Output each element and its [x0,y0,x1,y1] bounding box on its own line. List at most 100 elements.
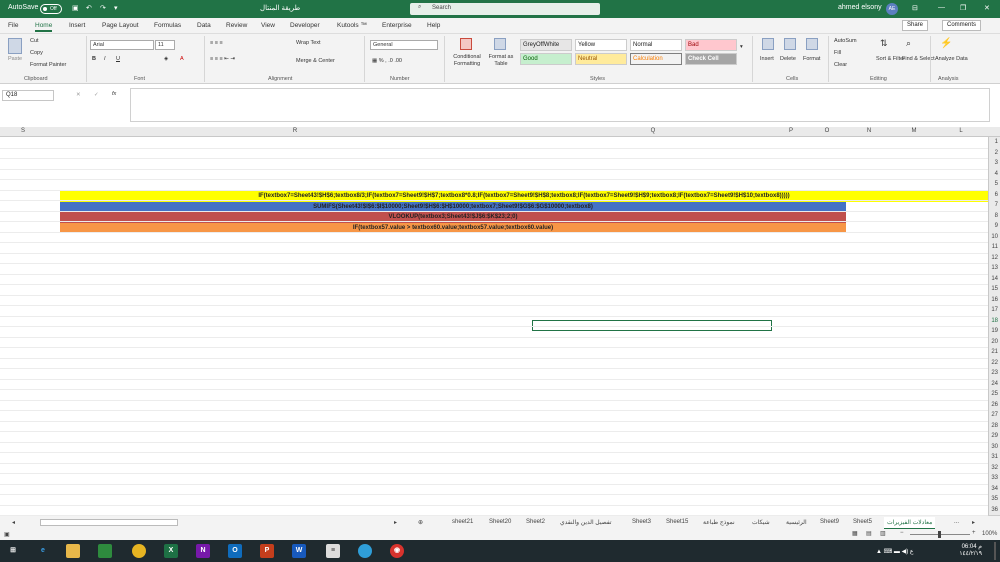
styles-more-icon[interactable]: ▾ [740,44,743,50]
row-header[interactable]: 1 [995,137,998,148]
row-header[interactable]: 17 [991,305,998,316]
style-neutral[interactable]: Neutral [575,53,627,65]
tab-review[interactable]: Review [226,22,247,29]
row-header[interactable]: 13 [991,263,998,274]
row-header[interactable]: 15 [991,284,998,295]
horizontal-scrollbar[interactable] [40,519,178,526]
autosum-button[interactable]: AutoSum [834,38,857,44]
row-header[interactable]: 33 [991,473,998,484]
row-header[interactable]: 11 [992,242,998,253]
font-name-select[interactable]: Arial [90,40,154,50]
ribbon-display-icon[interactable]: ⊟ [912,4,918,12]
store-icon[interactable] [98,544,112,558]
row-header[interactable]: 5 [995,179,998,190]
analyze-data-button[interactable]: Analyze Data [935,56,968,62]
copy-button[interactable]: Copy [30,50,43,56]
tab-enterprise[interactable]: Enterprise [382,22,412,29]
column-header[interactable]: N [864,128,874,134]
close-icon[interactable]: ✕ [984,4,990,12]
row-header[interactable]: 29 [991,431,998,442]
column-header[interactable]: P [786,128,796,134]
row-header[interactable]: 12 [991,253,998,264]
edge-icon[interactable] [358,544,372,558]
column-header[interactable]: R [290,128,300,134]
file-explorer-icon[interactable] [66,544,80,558]
word-icon[interactable]: W [292,544,306,558]
enter-icon[interactable]: ✓ [94,92,99,98]
clear-button[interactable]: Clear [834,62,847,68]
tab-help[interactable]: Help [427,22,440,29]
row-header[interactable]: 14 [991,274,998,285]
zoom-level[interactable]: 100% [982,531,997,537]
name-box[interactable]: Q18 [2,90,54,101]
format-cells-icon[interactable] [806,38,818,50]
row-header[interactable]: 7 [995,200,998,211]
fill-color-icon[interactable]: ◈ [164,56,168,62]
zoom-in-icon[interactable]: + [972,530,976,536]
format-as-table-icon[interactable] [494,38,506,50]
bold-button[interactable]: B [92,56,96,62]
column-header[interactable]: M [909,128,919,134]
wrap-text-button[interactable]: Wrap Text [296,40,321,46]
number-format-icons[interactable]: ▦ % , .0 .00 [372,58,402,64]
zoom-out-icon[interactable]: − [900,530,904,536]
delete-cells-icon[interactable] [784,38,796,50]
row-header[interactable]: 26 [991,400,998,411]
column-header[interactable]: Q [648,128,658,134]
tab-insert[interactable]: Insert [69,22,85,29]
style-normal[interactable]: Normal [630,39,682,51]
tab-developer[interactable]: Developer [290,22,320,29]
find-select-icon[interactable]: ⌕ [906,38,911,49]
media-icon[interactable]: ◉ [390,544,404,558]
tab-home[interactable]: Home [35,22,53,32]
row-header[interactable]: 9 [995,221,998,232]
redo-icon[interactable]: ↷ [100,4,106,12]
format-as-table-button[interactable]: Format as Table [486,54,516,68]
row-header[interactable]: 3 [995,158,998,169]
scroll-tabs-icon[interactable]: ▸ [972,519,975,526]
sort-filter-icon[interactable]: ⇅ [880,38,888,49]
view-normal-icon[interactable]: ▦ [852,530,858,537]
minimize-icon[interactable]: — [938,4,945,11]
style-yellow[interactable]: Yellow [575,39,627,51]
format-cells-button[interactable]: Format [803,56,820,62]
start-icon[interactable]: ⊞ [6,544,20,558]
formula-input[interactable] [130,88,990,122]
row-header[interactable]: 23 [991,368,998,379]
scroll-left-icon[interactable]: ◂ [12,519,15,526]
sheet-tab[interactable]: Sheet15 [666,519,688,525]
tab-view[interactable]: View [261,22,275,29]
insert-cells-icon[interactable] [762,38,774,50]
clock[interactable]: 06:04 م ١٤٤/٢/١٩ [959,544,982,558]
qat-more-icon[interactable]: ▾ [114,4,118,12]
row-header[interactable]: 8 [995,211,998,222]
sheet-tab[interactable]: Sheet5 [853,519,872,525]
avatar[interactable]: AE [886,3,898,15]
row-header[interactable]: 30 [991,442,998,453]
row-header[interactable]: 34 [991,484,998,495]
insert-cells-button[interactable]: Insert [760,56,774,62]
delete-cells-button[interactable]: Delete [780,56,796,62]
underline-button[interactable]: U [116,56,120,62]
conditional-formatting-icon[interactable] [460,38,472,50]
row-header[interactable]: 21 [991,347,998,358]
row-header[interactable]: 10 [991,232,998,243]
powerpoint-icon[interactable]: P [260,544,274,558]
row-header[interactable]: 36 [991,505,998,516]
analyze-data-icon[interactable]: ⚡ [940,38,952,49]
align-top-icon[interactable]: ≡ ≡ ≡ [210,40,223,46]
row-header[interactable]: 25 [991,389,998,400]
zoom-thumb[interactable] [938,531,941,538]
style-greyoffwhite[interactable]: GreyOffWhite [520,39,572,51]
sheet-tab[interactable]: نموذج طباعة [703,519,735,526]
row-header[interactable]: 16 [991,295,998,306]
row-header[interactable]: 24 [991,379,998,390]
search-input[interactable]: ⌕ Search [410,3,600,15]
tab-page-layout[interactable]: Page Layout [102,22,139,29]
view-pagebreak-icon[interactable]: ▥ [880,530,886,537]
row-header[interactable]: 4 [995,169,998,180]
number-format-select[interactable]: General [370,40,438,50]
sheet-tab-more[interactable]: ... [954,519,959,525]
excel-icon[interactable]: X [164,544,178,558]
tab-file[interactable]: File [8,22,18,29]
